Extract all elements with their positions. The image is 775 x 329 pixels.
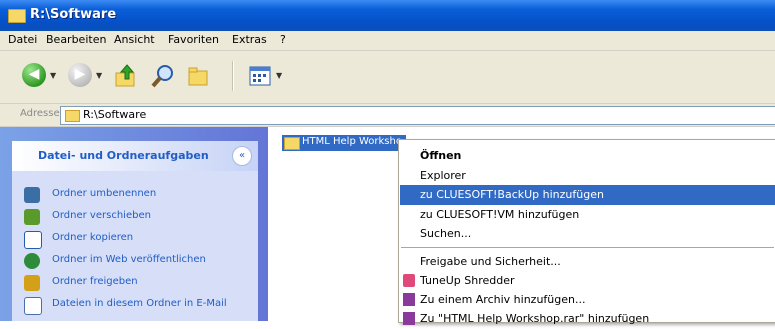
copy-icon xyxy=(24,231,42,249)
folder-up-icon[interactable] xyxy=(113,63,139,89)
back-arrow-icon[interactable]: ◀ xyxy=(22,63,46,87)
menu-item-add-rar[interactable]: Zu "HTML Help Workshop.rar" hinzufügen xyxy=(400,309,775,329)
menu-extras[interactable]: Extras xyxy=(232,33,267,46)
toolbar-separator xyxy=(232,61,234,91)
menu-item-vm-add[interactable]: zu CLUESOFT!VM hinzufügen xyxy=(400,205,775,225)
rename-icon xyxy=(24,187,40,203)
move-icon xyxy=(24,209,40,225)
menu-item-label: Suchen... xyxy=(420,227,472,240)
forward-arrow-icon[interactable]: ▶ xyxy=(68,63,92,87)
task-label: Ordner umbenennen xyxy=(52,188,157,199)
menu-ansicht[interactable]: Ansicht xyxy=(114,33,155,46)
menu-item-shredder[interactable]: TuneUp Shredder xyxy=(400,271,775,291)
menu-datei[interactable]: Datei xyxy=(8,33,37,46)
globe-icon xyxy=(24,253,40,269)
collapse-icon[interactable]: « xyxy=(232,146,252,166)
menu-item-open[interactable]: Öffnen xyxy=(400,146,775,166)
menu-item-label: Zu einem Archiv hinzufügen... xyxy=(420,293,586,306)
folder-icon xyxy=(8,9,26,23)
address-label: Adresse xyxy=(20,108,60,119)
menu-favoriten[interactable]: Favoriten xyxy=(168,33,219,46)
menu-item-search[interactable]: Suchen... xyxy=(400,224,775,244)
task-panel-title: Datei- und Ordneraufgaben xyxy=(38,149,209,162)
task-label: Dateien in diesem Ordner in E-Mail xyxy=(52,298,227,309)
menu-item-label: Zu "HTML Help Workshop.rar" hinzufügen xyxy=(420,312,650,325)
share-icon xyxy=(24,275,40,291)
task-pane: Datei- und Ordneraufgaben « Ordner umben… xyxy=(0,127,268,321)
task-label: Ordner im Web veröffentlichen xyxy=(52,254,206,265)
context-menu: Öffnen Explorer zu CLUESOFT!BackUp hinzu… xyxy=(398,139,775,325)
email-icon xyxy=(24,297,42,315)
menu-item-label: Freigabe und Sicherheit... xyxy=(420,255,561,268)
menu-separator xyxy=(401,247,774,248)
folder-item-selected[interactable]: HTML Help Worksho xyxy=(282,135,406,151)
menu-item-label: Öffnen xyxy=(420,149,462,162)
archive-icon xyxy=(403,293,415,306)
shredder-icon xyxy=(403,274,415,287)
menu-bar: Datei Bearbeiten Ansicht Favoriten Extra… xyxy=(0,31,775,51)
menu-item-add-archive[interactable]: Zu einem Archiv hinzufügen... xyxy=(400,290,775,310)
address-value: R:\Software xyxy=(83,108,147,121)
task-panel-header[interactable]: Datei- und Ordneraufgaben « xyxy=(12,141,258,171)
window-title: R:\Software xyxy=(30,7,117,22)
task-label: Ordner freigeben xyxy=(52,276,138,287)
menu-item-label: zu CLUESOFT!BackUp hinzufügen xyxy=(420,188,604,201)
back-dropdown-icon[interactable]: ▼ xyxy=(50,71,56,80)
menu-bearbeiten[interactable]: Bearbeiten xyxy=(46,33,106,46)
menu-item-label: zu CLUESOFT!VM hinzufügen xyxy=(420,208,580,221)
menu-item-label: TuneUp Shredder xyxy=(420,274,515,287)
task-label: Ordner kopieren xyxy=(52,232,134,243)
folder-item-label: HTML Help Worksho xyxy=(302,136,402,147)
menu-item-backup-add[interactable]: zu CLUESOFT!BackUp hinzufügen xyxy=(400,185,775,205)
search-icon[interactable] xyxy=(150,63,176,89)
toolbar: ◀ ▼ ▶ ▼ ▼ xyxy=(0,51,775,104)
address-input[interactable]: R:\Software xyxy=(60,106,775,125)
views-dropdown-icon[interactable]: ▼ xyxy=(276,71,282,80)
folder-icon xyxy=(65,110,80,122)
views-icon[interactable] xyxy=(248,63,274,89)
folder-icon xyxy=(284,137,300,150)
menu-item-label: Explorer xyxy=(420,169,466,182)
menu-item-explorer[interactable]: Explorer xyxy=(400,166,775,186)
title-bar[interactable]: R:\Software xyxy=(0,0,775,31)
menu-item-sharing[interactable]: Freigabe und Sicherheit... xyxy=(400,252,775,272)
forward-dropdown-icon[interactable]: ▼ xyxy=(96,71,102,80)
folders-icon[interactable] xyxy=(186,63,212,89)
task-label: Ordner verschieben xyxy=(52,210,151,221)
menu-help[interactable]: ? xyxy=(280,33,286,46)
address-bar: Adresse R:\Software xyxy=(0,104,775,127)
archive-icon xyxy=(403,312,415,325)
